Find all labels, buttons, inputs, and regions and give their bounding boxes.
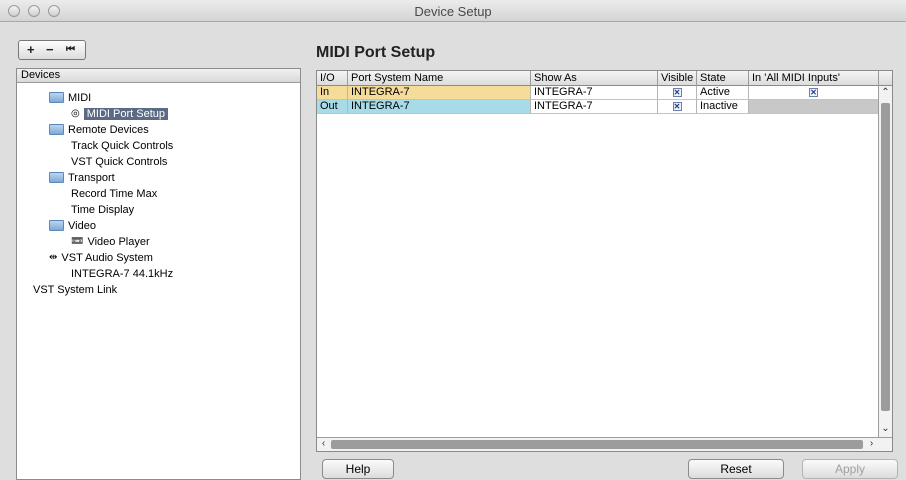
device-setup-window: + − ⏮ Devices MIDI ◎ MIDI Port Setup Remo… [0, 22, 906, 480]
tree-item-integra-7[interactable]: INTEGRA-7 44.1kHz [71, 266, 173, 282]
device-toolbar: + − ⏮ [18, 40, 86, 60]
vertical-scroll-thumb[interactable] [881, 103, 890, 411]
folder-icon [49, 123, 64, 135]
cell-show-as[interactable]: INTEGRA-7 [531, 100, 658, 114]
column-header-all-midi-inputs[interactable]: In 'All MIDI Inputs' [749, 71, 879, 86]
table-row[interactable]: Out INTEGRA-7 INTEGRA-7 ✕ Inactive [317, 100, 879, 114]
tree-item-remote-devices[interactable]: Remote Devices [49, 122, 149, 138]
horizontal-scroll-thumb[interactable] [331, 440, 863, 449]
title-bar: Device Setup [0, 0, 906, 22]
vertical-scrollbar[interactable]: ⌃ ⌄ [878, 86, 892, 437]
column-header-show-as[interactable]: Show As [531, 71, 658, 86]
tree-item-vst-audio-system[interactable]: ⇹ VST Audio System [49, 250, 153, 266]
cell-visible: ✕ [658, 100, 697, 114]
tree-item-label: MIDI Port Setup [83, 108, 168, 120]
cell-port-name: INTEGRA-7 [348, 100, 531, 114]
table-header: I/O Port System Name Show As Visible Sta… [317, 71, 892, 86]
scroll-right-icon[interactable]: › [865, 438, 878, 451]
tree-item-video-player[interactable]: 📼 Video Player [71, 234, 150, 250]
column-header-visible[interactable]: Visible [658, 71, 697, 86]
midi-port-icon: ◎ [71, 108, 80, 120]
cell-visible: ✕ [658, 86, 697, 100]
scroll-left-icon[interactable]: ‹ [317, 438, 330, 451]
tree-item-midi-port-setup[interactable]: ◎ MIDI Port Setup [71, 106, 168, 122]
tree-item-vst-quick-controls[interactable]: VST Quick Controls [71, 154, 167, 170]
midi-port-table: I/O Port System Name Show As Visible Sta… [316, 70, 893, 452]
cell-io: In [317, 86, 348, 100]
horizontal-scrollbar[interactable]: ‹ › [317, 437, 892, 451]
apply-button[interactable]: Apply [802, 459, 898, 479]
tree-item-video[interactable]: Video [49, 218, 96, 234]
tree-item-record-time-max[interactable]: Record Time Max [71, 186, 157, 202]
column-header-port-system-name[interactable]: Port System Name [348, 71, 531, 86]
reset-device-button[interactable]: ⏮ [66, 44, 75, 55]
section-title: MIDI Port Setup [316, 44, 436, 61]
cell-show-as[interactable]: INTEGRA-7 [531, 86, 658, 100]
tree-item-midi[interactable]: MIDI [49, 90, 91, 106]
add-device-button[interactable]: + [27, 42, 35, 57]
cell-state: Inactive [697, 100, 749, 114]
help-button[interactable]: Help [322, 459, 394, 479]
cell-state: Active [697, 86, 749, 100]
window-title: Device Setup [414, 4, 492, 19]
cell-all-midi-inputs-disabled [749, 100, 879, 114]
devices-tree: Devices MIDI ◎ MIDI Port Setup Remote Dev… [16, 68, 301, 480]
audio-system-icon: ⇹ [49, 252, 58, 264]
table-row[interactable]: In INTEGRA-7 INTEGRA-7 ✕ Active ✕ [317, 86, 879, 100]
all-midi-inputs-checkbox[interactable]: ✕ [809, 88, 818, 97]
folder-icon [49, 171, 64, 183]
tree-item-transport[interactable]: Transport [49, 170, 115, 186]
tree-item-track-quick-controls[interactable]: Track Quick Controls [71, 138, 173, 154]
tree-item-time-display[interactable]: Time Display [71, 202, 134, 218]
scroll-up-icon[interactable]: ⌃ [879, 87, 892, 100]
reset-button[interactable]: Reset [688, 459, 784, 479]
cell-io: Out [317, 100, 348, 114]
cell-all-midi-inputs: ✕ [749, 86, 879, 100]
devices-header: Devices [17, 69, 300, 83]
remove-device-button[interactable]: − [46, 42, 54, 57]
folder-icon [49, 219, 64, 231]
visible-checkbox[interactable]: ✕ [672, 88, 682, 97]
folder-icon [49, 91, 64, 103]
scroll-down-icon[interactable]: ⌄ [879, 423, 892, 436]
tree-item-vst-system-link[interactable]: VST System Link [33, 282, 117, 298]
column-header-io[interactable]: I/O [317, 71, 348, 86]
column-header-state[interactable]: State [697, 71, 749, 86]
video-player-icon: 📼 [71, 236, 84, 248]
visible-checkbox[interactable]: ✕ [672, 102, 682, 111]
cell-port-name: INTEGRA-7 [348, 86, 531, 100]
